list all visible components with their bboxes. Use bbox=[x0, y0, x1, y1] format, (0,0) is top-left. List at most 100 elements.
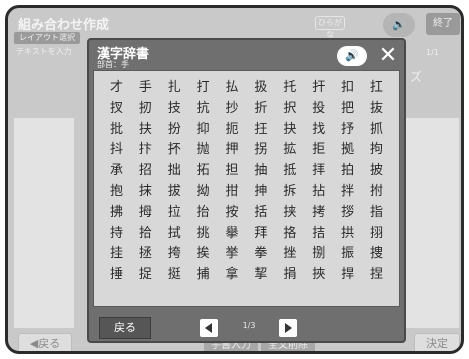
kanji-cell[interactable]: 挾 bbox=[304, 262, 333, 283]
text-area[interactable] bbox=[14, 118, 74, 328]
kanji-cell[interactable]: 批 bbox=[102, 117, 131, 138]
kanji-cell[interactable]: 扞 bbox=[304, 75, 333, 96]
kanji-cell[interactable]: 拒 bbox=[304, 137, 333, 158]
app-sound-button[interactable]: 🔊 bbox=[383, 13, 415, 37]
kanji-cell[interactable]: 拐 bbox=[246, 137, 275, 158]
layout-select-tab[interactable]: レイアウト選択 bbox=[14, 32, 80, 44]
kanji-cell[interactable]: 指 bbox=[362, 200, 391, 221]
kanji-cell[interactable]: 抻 bbox=[246, 179, 275, 200]
kanji-cell[interactable]: 抗 bbox=[189, 96, 218, 117]
kanji-cell[interactable]: 抵 bbox=[275, 158, 304, 179]
kanji-cell[interactable]: 抱 bbox=[102, 179, 131, 200]
kanji-cell[interactable]: 持 bbox=[102, 221, 131, 242]
kanji-cell[interactable]: 拾 bbox=[131, 221, 160, 242]
kanji-cell[interactable]: 才 bbox=[102, 75, 131, 96]
kanji-cell[interactable]: 技 bbox=[160, 96, 189, 117]
kanji-cell[interactable]: 拆 bbox=[275, 179, 304, 200]
next-page-button[interactable] bbox=[279, 319, 297, 337]
kanji-cell[interactable]: 捐 bbox=[275, 262, 304, 283]
kanji-cell[interactable]: 抽 bbox=[246, 158, 275, 179]
kanji-cell[interactable]: 扱 bbox=[246, 75, 275, 96]
kanji-cell[interactable]: 披 bbox=[362, 158, 391, 179]
kanji-cell[interactable]: 拂 bbox=[102, 200, 131, 221]
kanji-cell[interactable]: 抔 bbox=[160, 137, 189, 158]
kanji-cell[interactable]: 拔 bbox=[160, 179, 189, 200]
kanji-cell[interactable]: 扨 bbox=[131, 96, 160, 117]
kanji-cell[interactable]: 拇 bbox=[131, 200, 160, 221]
kanji-cell[interactable]: 拜 bbox=[246, 221, 275, 242]
kanji-cell[interactable]: 押 bbox=[218, 137, 247, 158]
kanji-cell[interactable]: 抛 bbox=[189, 137, 218, 158]
kanji-cell[interactable]: 拝 bbox=[304, 158, 333, 179]
kanji-cell[interactable]: 捜 bbox=[362, 242, 391, 263]
kanji-cell[interactable]: 抓 bbox=[362, 117, 391, 138]
kanji-cell[interactable]: 挑 bbox=[189, 221, 218, 242]
close-button[interactable]: ✕ bbox=[375, 44, 401, 68]
kanji-cell[interactable]: 拍 bbox=[333, 158, 362, 179]
kanji-cell[interactable]: 按 bbox=[218, 200, 247, 221]
kanji-cell[interactable]: 拊 bbox=[362, 179, 391, 200]
kanji-cell[interactable]: 捶 bbox=[102, 262, 131, 283]
kanji-cell[interactable]: 抑 bbox=[189, 117, 218, 138]
kanji-cell[interactable]: 捍 bbox=[333, 262, 362, 283]
kanji-cell[interactable]: 抬 bbox=[189, 200, 218, 221]
kanji-cell[interactable]: 拓 bbox=[189, 158, 218, 179]
kanji-cell[interactable]: 拉 bbox=[160, 200, 189, 221]
kanji-cell[interactable]: 捌 bbox=[304, 242, 333, 263]
kanji-cell[interactable]: 捉 bbox=[131, 262, 160, 283]
kanji-cell[interactable]: 挙 bbox=[218, 242, 247, 263]
kanji-cell[interactable]: 拡 bbox=[275, 137, 304, 158]
decide-button[interactable]: 決定 bbox=[414, 333, 460, 351]
kanji-cell[interactable]: 捏 bbox=[362, 262, 391, 283]
kanji-cell[interactable]: 担 bbox=[218, 158, 247, 179]
kanji-cell[interactable]: 扎 bbox=[160, 75, 189, 96]
kanji-cell[interactable]: 挧 bbox=[362, 221, 391, 242]
kanji-cell[interactable]: 挌 bbox=[275, 221, 304, 242]
hiragana-button[interactable]: ひらがな bbox=[315, 16, 345, 39]
prev-page-button[interactable] bbox=[200, 319, 218, 337]
kanji-cell[interactable]: 折 bbox=[246, 96, 275, 117]
kanji-cell[interactable]: 拙 bbox=[160, 158, 189, 179]
kanji-cell[interactable]: 拗 bbox=[189, 179, 218, 200]
kanji-cell[interactable]: 拶 bbox=[333, 200, 362, 221]
kanji-cell[interactable]: 抂 bbox=[246, 117, 275, 138]
kanji-cell[interactable]: 扼 bbox=[218, 117, 247, 138]
dialog-back-button[interactable]: 戻る bbox=[99, 317, 151, 339]
quit-button[interactable]: 終了 bbox=[426, 13, 460, 35]
kanji-cell[interactable]: 擧 bbox=[218, 221, 247, 242]
kanji-cell[interactable]: 抃 bbox=[131, 137, 160, 158]
kanji-cell[interactable]: 挈 bbox=[246, 262, 275, 283]
kanji-cell[interactable]: 扣 bbox=[333, 75, 362, 96]
kanji-cell[interactable]: 拌 bbox=[333, 179, 362, 200]
kanji-cell[interactable]: 挂 bbox=[102, 242, 131, 263]
kanji-cell[interactable]: 打 bbox=[189, 75, 218, 96]
kanji-cell[interactable]: 找 bbox=[304, 117, 333, 138]
kanji-cell[interactable]: 扠 bbox=[102, 96, 131, 117]
kanji-cell[interactable]: 捕 bbox=[189, 262, 218, 283]
kanji-cell[interactable]: 拳 bbox=[246, 242, 275, 263]
kanji-cell[interactable]: 招 bbox=[131, 158, 160, 179]
kanji-cell[interactable]: 拮 bbox=[304, 221, 333, 242]
app-back-button[interactable]: ◀戻る bbox=[18, 333, 72, 351]
kanji-cell[interactable]: 抒 bbox=[333, 117, 362, 138]
kanji-cell[interactable]: 拑 bbox=[218, 179, 247, 200]
kanji-cell[interactable]: 拘 bbox=[362, 137, 391, 158]
kanji-cell[interactable]: 抖 bbox=[102, 137, 131, 158]
kanji-cell[interactable]: 抹 bbox=[131, 179, 160, 200]
kanji-cell[interactable]: 拱 bbox=[333, 221, 362, 242]
kanji-cell[interactable]: 抜 bbox=[362, 96, 391, 117]
kanji-cell[interactable]: 拷 bbox=[304, 200, 333, 221]
kanji-cell[interactable]: 拯 bbox=[131, 242, 160, 263]
kanji-cell[interactable]: 挎 bbox=[160, 242, 189, 263]
kanji-cell[interactable]: 振 bbox=[333, 242, 362, 263]
kanji-cell[interactable]: 扛 bbox=[362, 75, 391, 96]
kanji-cell[interactable]: 手 bbox=[131, 75, 160, 96]
kanji-cell[interactable]: 拠 bbox=[333, 137, 362, 158]
kanji-cell[interactable]: 拿 bbox=[218, 262, 247, 283]
kanji-cell[interactable]: 挨 bbox=[189, 242, 218, 263]
kanji-cell[interactable]: 挟 bbox=[275, 200, 304, 221]
kanji-cell[interactable]: 拭 bbox=[160, 221, 189, 242]
kanji-cell[interactable]: 扶 bbox=[131, 117, 160, 138]
kanji-cell[interactable]: 把 bbox=[333, 96, 362, 117]
kanji-cell[interactable]: 抄 bbox=[218, 96, 247, 117]
